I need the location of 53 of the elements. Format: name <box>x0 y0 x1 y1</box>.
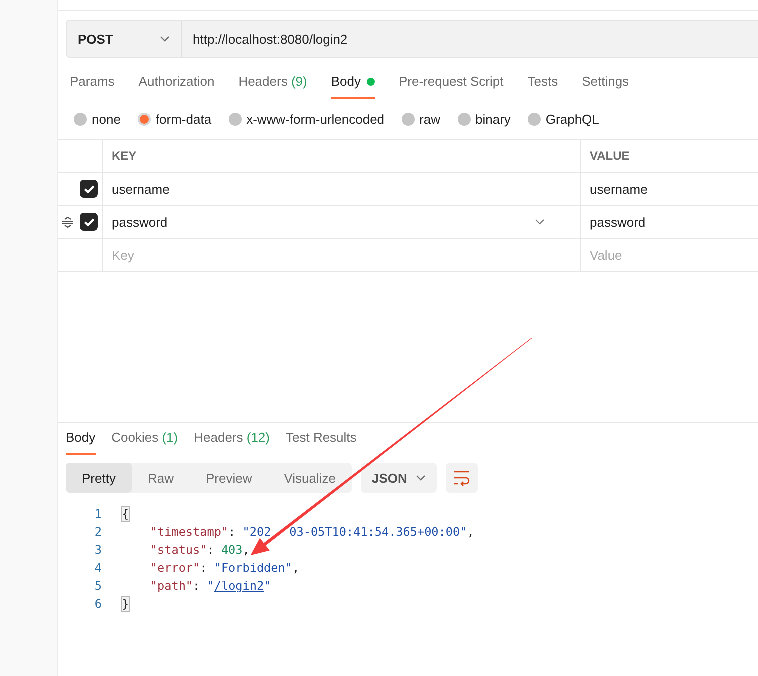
checkbox[interactable] <box>80 213 98 231</box>
request-tab[interactable]: Tests <box>528 68 558 99</box>
column-header: VALUE <box>580 140 758 172</box>
response-tab[interactable]: Test Results <box>286 430 357 455</box>
caret-icon <box>160 36 170 42</box>
body-type-option[interactable]: x-www-form-urlencoded <box>228 112 385 126</box>
body-type-option[interactable]: raw <box>402 112 440 126</box>
request-tab[interactable]: Body <box>331 68 375 99</box>
checkbox[interactable] <box>80 180 98 198</box>
line-number: 5 <box>94 578 102 595</box>
view-mode-tab[interactable]: Raw <box>132 463 190 493</box>
line-number: 1 <box>94 506 102 523</box>
body-type-option[interactable]: binary <box>458 112 511 126</box>
request-tab[interactable]: Pre-request Script <box>398 68 504 99</box>
value-text: username <box>590 182 648 196</box>
format-dropdown[interactable]: JSON <box>361 463 438 493</box>
code-line: "timestamp": "202 03-05T10:41:54.365+00:00", <box>150 524 474 541</box>
line-number: 4 <box>94 560 102 577</box>
wrap-lines-button[interactable] <box>446 463 478 493</box>
value-field[interactable]: Value <box>581 239 758 271</box>
checkmark-icon <box>84 218 94 226</box>
method-dropdown[interactable]: POST <box>67 21 182 57</box>
key-field[interactable]: Key <box>103 239 580 271</box>
caret-icon <box>416 475 426 481</box>
code-line: "path": "/login2" <box>150 578 272 595</box>
body-type-option[interactable]: none <box>74 112 121 126</box>
body-type-option[interactable]: GraphQL <box>528 112 600 126</box>
drag-handle-icon[interactable] <box>62 216 74 228</box>
response-tab[interactable]: Body <box>66 430 96 455</box>
line-number: 2 <box>94 524 102 541</box>
chevron-icon[interactable] <box>535 219 545 225</box>
view-mode-tab[interactable]: Pretty <box>66 463 132 493</box>
view-mode-tab[interactable]: Visualize <box>268 463 352 493</box>
url-field[interactable]: http://localhost:8080/login2 <box>182 21 758 57</box>
line-number: 3 <box>94 542 102 559</box>
response-tab[interactable]: Cookies (1) <box>112 430 178 455</box>
request-tab[interactable]: Params <box>70 68 115 99</box>
key-text: password <box>112 214 168 230</box>
response-tab[interactable]: Headers (12) <box>194 430 270 455</box>
value-text: password <box>590 214 646 230</box>
request-tab[interactable]: Headers (9) <box>238 68 308 99</box>
code-line: "status": 403, <box>150 542 250 559</box>
key-text: username <box>112 182 170 196</box>
request-tab[interactable]: Authorization <box>138 68 215 99</box>
checkmark-icon <box>84 184 94 194</box>
line-number: 6 <box>94 596 102 613</box>
code-line: "error": "Forbidden", <box>150 560 300 577</box>
column-header: KEY <box>102 140 580 172</box>
body-type-option[interactable]: form-data <box>138 112 212 126</box>
url-link[interactable]: /login2 <box>214 579 264 593</box>
request-tab[interactable]: Settings <box>582 68 630 99</box>
view-mode-tab[interactable]: Preview <box>190 463 268 493</box>
wrap-icon <box>454 471 470 485</box>
